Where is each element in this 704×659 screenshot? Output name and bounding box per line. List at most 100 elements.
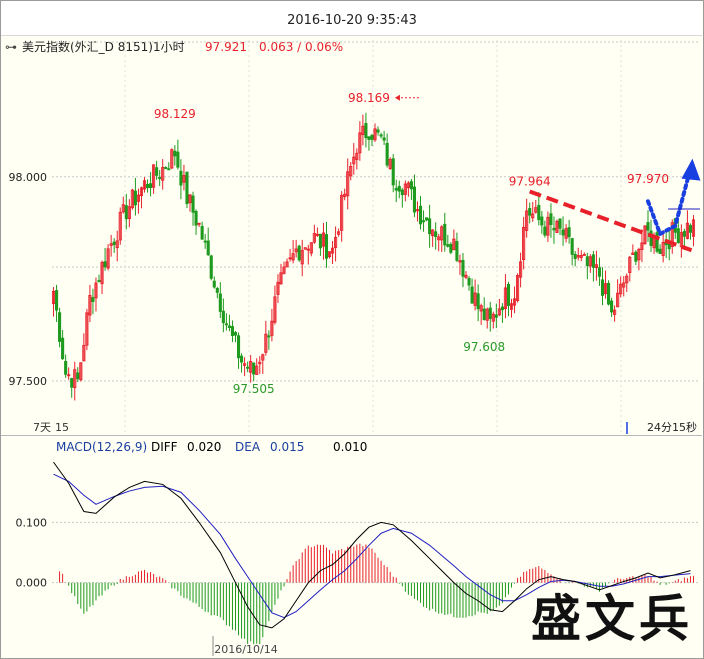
- candle-body: [646, 222, 650, 231]
- candle: [136, 188, 140, 214]
- candle: [543, 220, 547, 238]
- candle: [567, 219, 571, 244]
- candle: [294, 239, 298, 258]
- candle: [528, 202, 532, 224]
- candle-body: [191, 195, 195, 213]
- candle: [73, 361, 77, 401]
- candle-body: [224, 323, 228, 326]
- candle: [525, 198, 529, 238]
- candle-body: [227, 325, 231, 328]
- candle: [479, 303, 483, 325]
- candle: [218, 282, 222, 318]
- candle: [631, 244, 635, 256]
- candle-body: [421, 220, 426, 223]
- candle: [391, 154, 395, 193]
- candle-body: [506, 283, 511, 306]
- candle: [585, 252, 589, 280]
- candle-body: [230, 326, 235, 336]
- period-fragment: 7天: [33, 421, 51, 434]
- candle: [531, 201, 535, 222]
- candle-body: [155, 167, 159, 176]
- candle: [300, 239, 304, 277]
- candle: [440, 225, 444, 252]
- candle: [145, 179, 150, 193]
- candle: [379, 132, 383, 139]
- candle-body: [434, 231, 438, 237]
- candle: [112, 238, 116, 253]
- candle: [130, 188, 134, 210]
- candle: [176, 139, 180, 170]
- price-annotation: 97.964: [509, 174, 551, 188]
- candle: [340, 191, 344, 242]
- candle: [509, 298, 514, 318]
- candle: [409, 178, 413, 201]
- price-annotation: 98.169: [348, 91, 390, 105]
- candle: [54, 284, 59, 322]
- candle: [582, 252, 586, 256]
- candle-body: [145, 183, 150, 189]
- candle: [127, 199, 131, 228]
- candle: [185, 171, 189, 209]
- candle-body: [233, 332, 238, 336]
- candle: [443, 212, 447, 252]
- candle-body: [482, 308, 486, 321]
- candle: [124, 193, 128, 230]
- candle: [658, 244, 662, 255]
- candle-body: [54, 290, 59, 311]
- candle-body: [688, 225, 693, 233]
- candle: [421, 210, 426, 232]
- candle: [197, 222, 201, 227]
- candle-body: [446, 244, 450, 247]
- candle: [252, 362, 256, 382]
- candle: [215, 286, 219, 299]
- candle-body: [158, 177, 162, 179]
- candle: [355, 148, 359, 170]
- candle-body: [246, 366, 250, 369]
- candle-body: [318, 233, 322, 249]
- candle-body: [164, 167, 168, 170]
- candle-body: [149, 183, 153, 189]
- candle: [100, 260, 104, 295]
- candle: [261, 353, 265, 374]
- candle: [622, 276, 626, 297]
- candle: [79, 362, 83, 382]
- candle: [258, 356, 262, 374]
- candle: [540, 210, 544, 234]
- candle: [552, 216, 556, 244]
- candle-body: [488, 307, 492, 319]
- candle: [503, 274, 507, 319]
- candle-body: [394, 187, 398, 191]
- candle-body: [400, 189, 404, 196]
- candle: [470, 278, 474, 304]
- candle: [312, 224, 316, 244]
- candle: [318, 233, 322, 256]
- candle: [637, 247, 641, 271]
- candle: [309, 242, 313, 257]
- candle: [267, 330, 271, 350]
- candle: [306, 244, 310, 265]
- candle: [64, 354, 68, 378]
- candle: [227, 314, 231, 332]
- candle: [133, 177, 137, 216]
- candle: [331, 240, 335, 264]
- candle-body: [76, 372, 80, 380]
- candle: [200, 221, 204, 240]
- candle: [115, 230, 119, 262]
- candle: [170, 148, 174, 170]
- candle: [303, 247, 307, 250]
- candle-body: [215, 287, 219, 293]
- candle: [415, 201, 420, 222]
- date-axis-label: 2016/10/14: [214, 643, 277, 656]
- candle: [191, 191, 195, 226]
- candle: [573, 251, 577, 267]
- candle: [94, 277, 98, 312]
- candle: [297, 244, 301, 262]
- candle: [607, 280, 611, 306]
- candle-body: [409, 181, 413, 190]
- candle-body: [476, 293, 480, 310]
- candle: [667, 229, 671, 261]
- candle: [428, 204, 432, 248]
- candle: [458, 254, 462, 275]
- candle: [209, 254, 213, 281]
- candle: [385, 133, 389, 168]
